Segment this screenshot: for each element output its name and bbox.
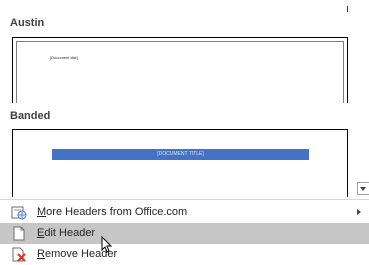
austin-frame — [16, 41, 344, 103]
mouse-pointer-icon — [101, 236, 113, 253]
banded-title-bar: [DOCUMENT TITLE] — [52, 149, 309, 160]
page-icon — [13, 226, 25, 241]
scroll-down-arrow-icon — [360, 187, 366, 191]
header-thumbnail-austin[interactable]: [Document title] — [12, 37, 348, 103]
gallery-scrollbar[interactable] — [357, 0, 369, 197]
scroll-down-button[interactable] — [357, 182, 369, 195]
section-title-banded: Banded — [10, 110, 51, 122]
previous-thumbnail-edge — [347, 6, 348, 12]
austin-thumb-title: [Document title] — [50, 55, 78, 60]
menu-divider — [0, 199, 369, 200]
menu-item-more-headers[interactable]: More Headers from Office.com — [0, 202, 369, 223]
banded-thumb-title: [DOCUMENT TITLE] — [157, 151, 204, 157]
section-title-austin: Austin — [10, 17, 45, 29]
edit-header-label: Edit Header — [37, 227, 96, 239]
menu-item-edit-header[interactable]: Edit Header — [0, 223, 369, 244]
more-headers-label: More Headers from Office.com — [37, 206, 188, 218]
page-remove-icon — [12, 247, 26, 262]
header-thumbnail-banded[interactable]: [DOCUMENT TITLE] — [12, 129, 348, 197]
header-gallery: Austin [Document title] Banded [DOCUMENT… — [0, 0, 356, 197]
office-online-icon — [11, 206, 27, 220]
submenu-arrow-icon — [357, 209, 361, 215]
